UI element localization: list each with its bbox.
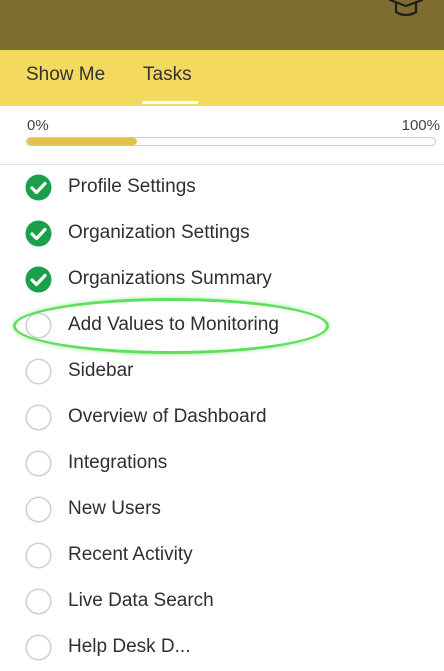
task-item[interactable]: Organization Settings	[0, 211, 444, 257]
task-item[interactable]: New Users	[0, 487, 444, 533]
progress-min-label: 0%	[27, 117, 49, 134]
task-label: Profile Settings	[68, 176, 196, 197]
empty-circle-icon[interactable]	[25, 358, 52, 385]
active-tab-indicator	[142, 101, 198, 104]
task-label: Integrations	[68, 452, 168, 473]
task-item[interactable]: Add Values to Monitoring	[0, 303, 444, 349]
task-item[interactable]: Organizations Summary	[0, 257, 444, 303]
graduation-cap-icon[interactable]	[386, 0, 426, 22]
task-item[interactable]: Overview of Dashboard	[0, 395, 444, 441]
tab-tasks[interactable]: Tasks	[143, 64, 192, 86]
task-label: Help Desk D...	[68, 636, 191, 657]
task-item[interactable]: Sidebar	[0, 349, 444, 395]
task-item[interactable]: Help Desk D...	[0, 625, 444, 671]
task-label: Overview of Dashboard	[68, 406, 267, 427]
check-circle-icon[interactable]	[25, 220, 52, 247]
task-label: Sidebar	[68, 360, 134, 381]
progress-bar-fill	[27, 138, 138, 145]
task-label: Recent Activity	[68, 544, 193, 565]
empty-circle-icon[interactable]	[25, 450, 52, 477]
task-label: Add Values to Monitoring	[68, 314, 279, 335]
progress-section: 0% 100%	[0, 106, 444, 165]
progress-bar	[26, 137, 436, 146]
task-label: Live Data Search	[68, 590, 214, 611]
empty-circle-icon[interactable]	[25, 588, 52, 615]
task-label: Organizations Summary	[68, 268, 272, 289]
task-list: Profile Settings Organization Settings Org…	[0, 165, 444, 671]
task-item[interactable]: Recent Activity	[0, 533, 444, 579]
tab-show-me[interactable]: Show Me	[26, 64, 105, 86]
empty-circle-icon[interactable]	[25, 634, 52, 661]
tab-bar: Show Me Tasks	[0, 50, 444, 106]
task-label: Organization Settings	[68, 222, 250, 243]
task-label: New Users	[68, 498, 161, 519]
progress-max-label: 100%	[401, 117, 440, 134]
empty-circle-icon[interactable]	[25, 496, 52, 523]
top-header-bar	[0, 0, 444, 50]
empty-circle-icon[interactable]	[25, 312, 52, 339]
task-item[interactable]: Live Data Search	[0, 579, 444, 625]
check-circle-icon[interactable]	[25, 174, 52, 201]
empty-circle-icon[interactable]	[25, 542, 52, 569]
task-item[interactable]: Profile Settings	[0, 165, 444, 211]
empty-circle-icon[interactable]	[25, 404, 52, 431]
check-circle-icon[interactable]	[25, 266, 52, 293]
task-item[interactable]: Integrations	[0, 441, 444, 487]
